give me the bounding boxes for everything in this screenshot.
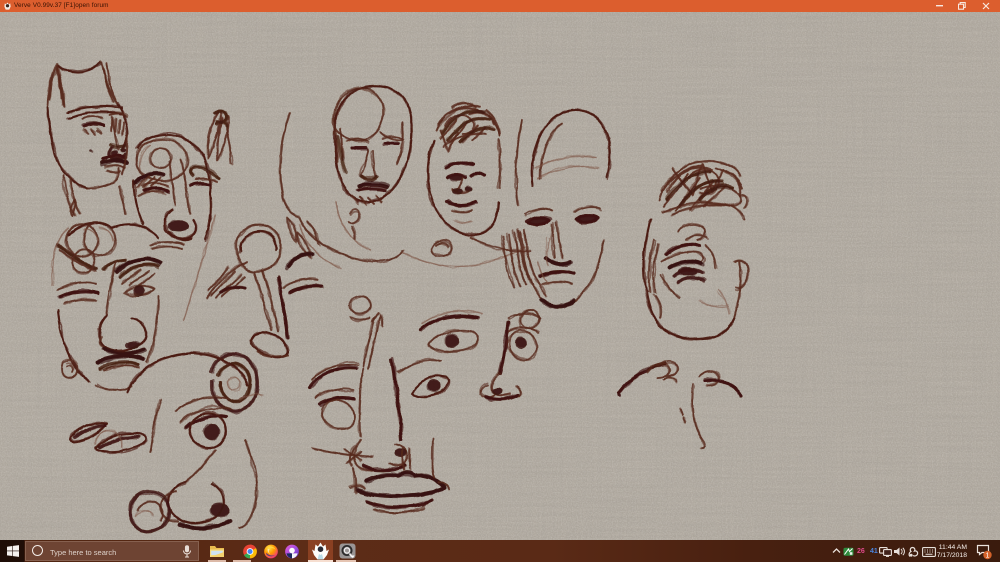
svg-text:1: 1 bbox=[986, 553, 990, 560]
